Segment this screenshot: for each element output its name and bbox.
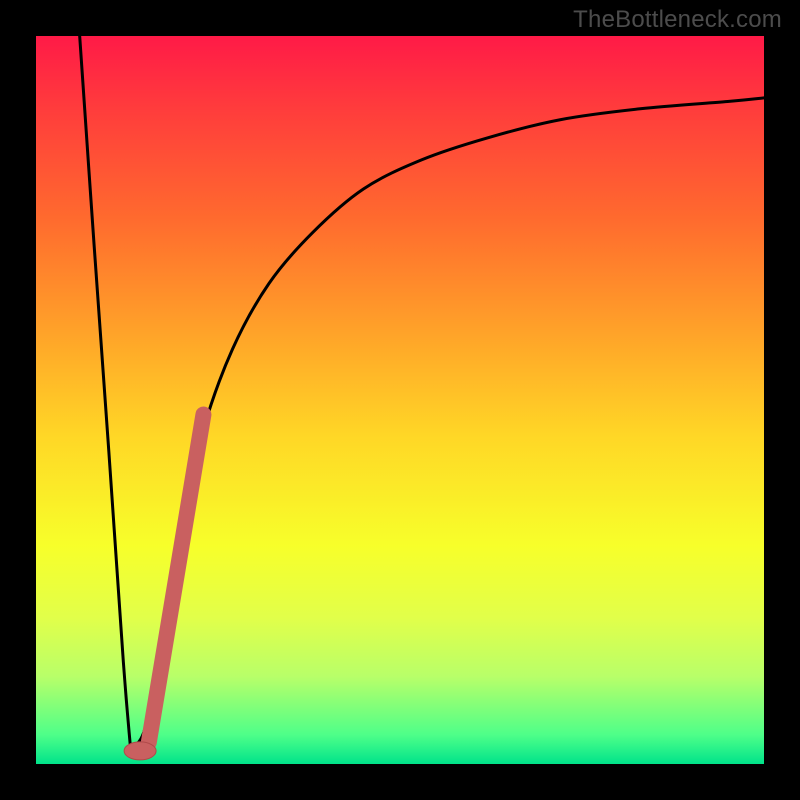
minimum-marker [124,742,156,760]
watermark-text: TheBottleneck.com [573,6,782,34]
curve-right [131,98,764,750]
chart-plot-area [36,36,764,764]
chart-svg [36,36,764,764]
highlight-segment [149,415,204,743]
curve-left [80,36,131,749]
outer-frame: TheBottleneck.com [0,0,800,800]
